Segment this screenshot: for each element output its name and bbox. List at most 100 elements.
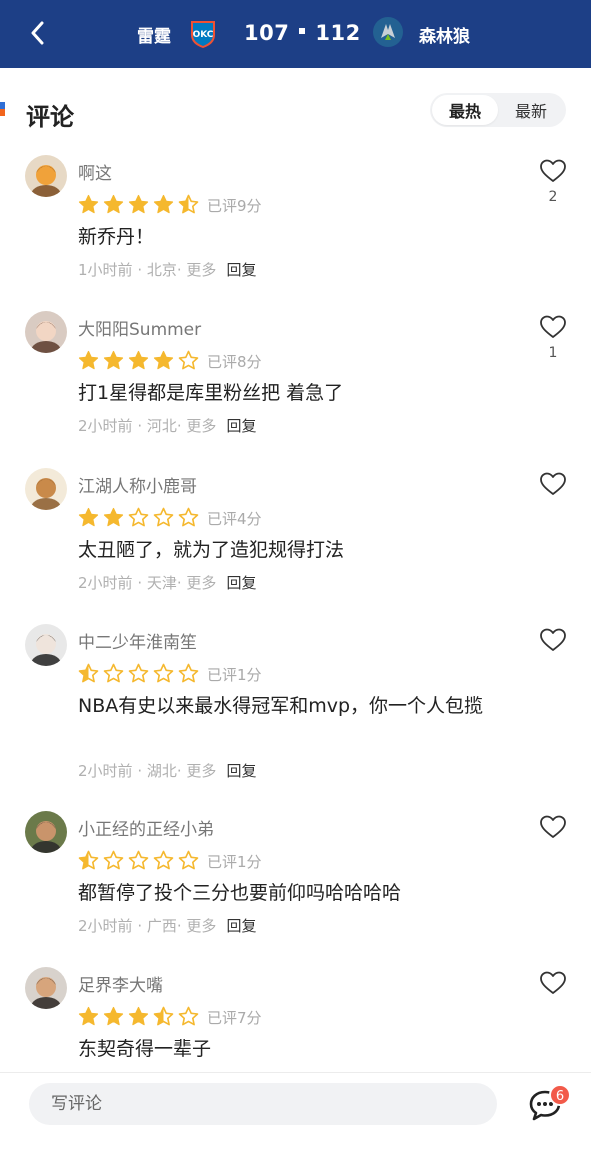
comment-content: 东契奇得一辈子	[78, 1038, 212, 1060]
avatar[interactable]	[25, 468, 67, 510]
avatar[interactable]	[25, 624, 67, 666]
comment-time: 2小时前	[78, 917, 133, 935]
comment-more-link[interactable]: 更多	[186, 917, 216, 935]
like-count: 2	[548, 189, 558, 205]
star-half-icon	[78, 850, 99, 870]
avatar-image	[25, 468, 67, 510]
avatar-image	[25, 311, 67, 353]
comment-count-badge: 6	[549, 1084, 571, 1106]
rating-text: 已评1分	[207, 666, 262, 684]
comment-more-link[interactable]: 更多	[186, 417, 216, 435]
thunder-logo-icon: OKC	[191, 21, 215, 48]
scoreboard: 107 112	[244, 21, 361, 45]
comment-meta: 2小时前 · 河北· 更多 回复	[78, 415, 256, 436]
comment-location: 河北	[146, 417, 177, 435]
comment-more-link[interactable]: 更多	[186, 762, 216, 780]
rating-text: 已评4分	[207, 510, 262, 528]
star-full-icon	[78, 350, 99, 370]
like-count: 1	[548, 345, 558, 361]
star-empty-icon	[178, 507, 199, 527]
thunder-logo-text: OKC	[193, 30, 214, 40]
chevron-left-icon	[31, 21, 44, 45]
star-empty-icon	[128, 507, 149, 527]
edge-accent	[0, 102, 5, 116]
sort-new-tab[interactable]: 最新	[498, 95, 564, 125]
heart-icon[interactable]	[539, 970, 567, 996]
bottom-comment-bar: 6	[0, 1072, 591, 1173]
home-score: 107	[244, 21, 290, 45]
star-empty-icon	[178, 350, 199, 370]
star-half-icon	[178, 194, 199, 214]
comment-time: 1小时前	[78, 261, 133, 279]
star-empty-icon	[153, 850, 174, 870]
avatar-image	[25, 155, 67, 197]
game-header: 雷霆 OKC 107 112 森林狼	[0, 0, 591, 68]
comment-username[interactable]: 啊这	[78, 159, 112, 184]
sort-hot-tab[interactable]: 最热	[432, 95, 498, 125]
rating-text: 已评7分	[207, 1009, 262, 1027]
comment-location: 广西	[146, 917, 177, 935]
away-team-name: 森林狼	[419, 27, 470, 47]
star-empty-icon	[178, 663, 199, 683]
star-rating	[78, 507, 199, 528]
comment-input[interactable]	[29, 1083, 497, 1125]
star-half-icon	[78, 663, 99, 683]
heart-icon[interactable]	[539, 814, 567, 840]
reply-button[interactable]: 回复	[226, 417, 256, 435]
meta-separator: ·	[132, 762, 147, 780]
heart-icon[interactable]	[539, 471, 567, 497]
meta-separator: ·	[132, 574, 147, 592]
meta-separator: ·	[176, 574, 187, 592]
comment-more-link[interactable]: 更多	[186, 574, 216, 592]
rating-text: 已评9分	[207, 197, 262, 215]
reply-button[interactable]: 回复	[226, 261, 256, 279]
star-full-icon	[78, 1006, 99, 1026]
star-empty-icon	[153, 663, 174, 683]
star-rating	[78, 663, 199, 684]
comment-time: 2小时前	[78, 417, 133, 435]
comment-username[interactable]: 江湖人称小鹿哥	[78, 472, 197, 497]
star-empty-icon	[103, 663, 124, 683]
heart-icon[interactable]	[539, 627, 567, 653]
avatar[interactable]	[25, 967, 67, 1009]
star-full-icon	[78, 194, 99, 214]
meta-separator: ·	[176, 417, 187, 435]
meta-separator: ·	[132, 917, 147, 935]
comment-content: 太丑陋了，就为了造犯规得打法	[78, 539, 345, 561]
star-empty-icon	[128, 850, 149, 870]
comment-username[interactable]: 小正经的正经小弟	[78, 815, 214, 840]
star-full-icon	[153, 350, 174, 370]
star-empty-icon	[128, 663, 149, 683]
back-button[interactable]	[22, 18, 52, 48]
comment-meta: 2小时前 · 湖北· 更多 回复	[78, 760, 256, 781]
reply-button[interactable]: 回复	[226, 917, 256, 935]
star-full-icon	[103, 350, 124, 370]
timberwolves-logo-icon	[373, 17, 403, 47]
heart-icon[interactable]	[539, 314, 567, 340]
meta-separator: ·	[176, 917, 187, 935]
avatar[interactable]	[25, 311, 67, 353]
rating-text: 已评1分	[207, 853, 262, 871]
star-rating	[78, 850, 199, 871]
comment-more-link[interactable]: 更多	[186, 261, 216, 279]
comment-location: 北京	[146, 261, 177, 279]
comment-content: NBA有史以来最水得冠军和mvp，你一个人包揽	[78, 695, 484, 717]
star-half-icon	[153, 1006, 174, 1026]
reply-button[interactable]: 回复	[226, 574, 256, 592]
comment-meta: 1小时前 · 北京· 更多 回复	[78, 259, 256, 280]
heart-icon[interactable]	[539, 158, 567, 184]
avatar[interactable]	[25, 811, 67, 853]
comment-username[interactable]: 大阳阳Summer	[78, 315, 201, 340]
comment-meta: 2小时前 · 广西· 更多 回复	[78, 915, 256, 936]
reply-button[interactable]: 回复	[226, 762, 256, 780]
star-empty-icon	[178, 1006, 199, 1026]
comment-username[interactable]: 足界李大嘴	[78, 971, 163, 996]
avatar[interactable]	[25, 155, 67, 197]
sort-toggle: 最热 最新	[430, 93, 566, 127]
star-empty-icon	[153, 507, 174, 527]
star-full-icon	[103, 507, 124, 527]
star-full-icon	[128, 194, 149, 214]
comment-content: 都暂停了投个三分也要前仰吗哈哈哈哈	[78, 882, 402, 904]
meta-separator: ·	[132, 261, 147, 279]
comment-username[interactable]: 中二少年淮南笙	[78, 628, 197, 653]
